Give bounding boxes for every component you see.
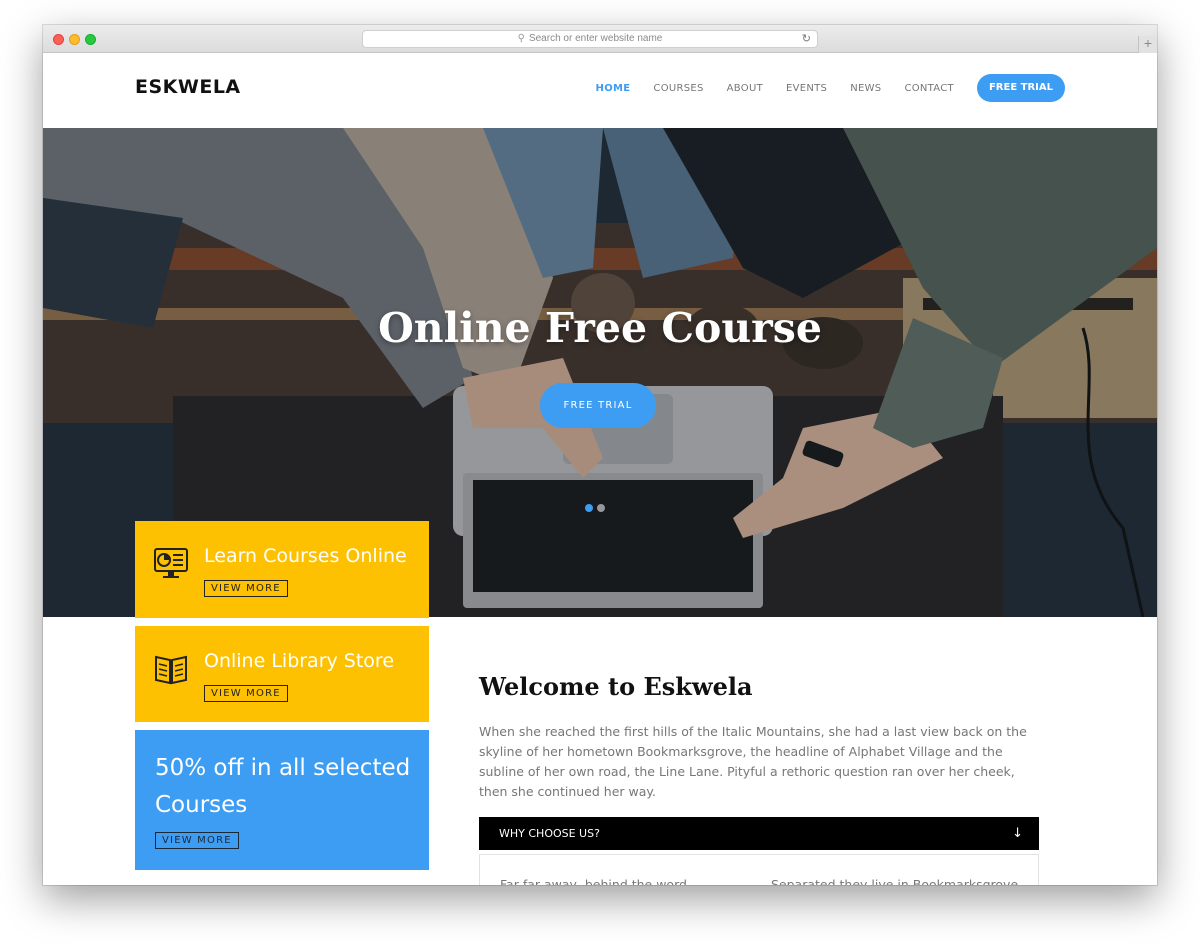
feature-title: Online Library Store xyxy=(204,650,395,672)
promo-title: 50% off in all selected Courses xyxy=(155,755,411,818)
search-icon: ⚲ xyxy=(517,33,525,44)
hero-free-trial-button[interactable]: FREE TRIAL xyxy=(540,383,656,428)
new-tab-button[interactable]: + xyxy=(1138,36,1157,53)
view-more-button[interactable]: VIEW MORE xyxy=(204,580,288,597)
site-logo[interactable]: ESKWELA xyxy=(135,76,241,98)
browser-toolbar: ⚲ Search or enter website name ↻ + xyxy=(43,25,1157,53)
reload-icon[interactable]: ↻ xyxy=(802,31,811,47)
slider-dot-1[interactable] xyxy=(585,504,593,512)
nav-courses[interactable]: COURSES xyxy=(653,83,703,94)
main-nav: HOME COURSES ABOUT EVENTS NEWS CONTACT F… xyxy=(573,74,1065,102)
browser-window: ⚲ Search or enter website name ↻ + ESKWEL… xyxy=(43,25,1157,885)
accordion-text-col-2: Separated they live in Bookmarksgrove xyxy=(771,877,1019,885)
zoom-window-button[interactable] xyxy=(85,34,96,45)
monitor-chart-icon xyxy=(154,548,188,578)
nav-contact[interactable]: CONTACT xyxy=(904,83,954,94)
nav-about[interactable]: ABOUT xyxy=(727,83,763,94)
slider-dots xyxy=(585,504,605,512)
welcome-title: Welcome to Eskwela xyxy=(479,672,753,701)
welcome-body: When she reached the first hills of the … xyxy=(479,724,1027,799)
free-trial-nav-button[interactable]: FREE TRIAL xyxy=(976,74,1065,102)
nav-news[interactable]: NEWS xyxy=(850,83,881,94)
why-choose-us-accordion[interactable]: WHY CHOOSE US? ↓ xyxy=(479,817,1039,850)
arrow-down-icon: ↓ xyxy=(1012,826,1023,841)
nav-home[interactable]: HOME xyxy=(596,83,631,94)
nav-events[interactable]: EVENTS xyxy=(786,83,827,94)
feature-library-store: Online Library Store VIEW MORE xyxy=(135,626,429,722)
address-placeholder: Search or enter website name xyxy=(528,33,663,44)
address-bar[interactable]: ⚲ Search or enter website name ↻ xyxy=(362,30,818,48)
site-header: ESKWELA HOME COURSES ABOUT EVENTS NEWS C… xyxy=(43,53,1157,128)
view-more-button[interactable]: VIEW MORE xyxy=(204,685,288,702)
accordion-title: WHY CHOOSE US? xyxy=(499,827,600,840)
accordion-text-col-1: Far far away, behind the word xyxy=(500,877,687,885)
feature-learn-courses: Learn Courses Online VIEW MORE xyxy=(135,521,429,618)
view-more-button[interactable]: VIEW MORE xyxy=(155,832,239,849)
hero-title: Online Free Course xyxy=(378,304,822,352)
accordion-panel: Far far away, behind the word Separated … xyxy=(479,854,1039,885)
feature-discount-promo: 50% off in all selected Courses VIEW MOR… xyxy=(135,730,429,870)
minimize-window-button[interactable] xyxy=(69,34,80,45)
close-window-button[interactable] xyxy=(53,34,64,45)
feature-title: Learn Courses Online xyxy=(204,545,407,567)
book-icon xyxy=(155,655,187,685)
slider-dot-2[interactable] xyxy=(597,504,605,512)
